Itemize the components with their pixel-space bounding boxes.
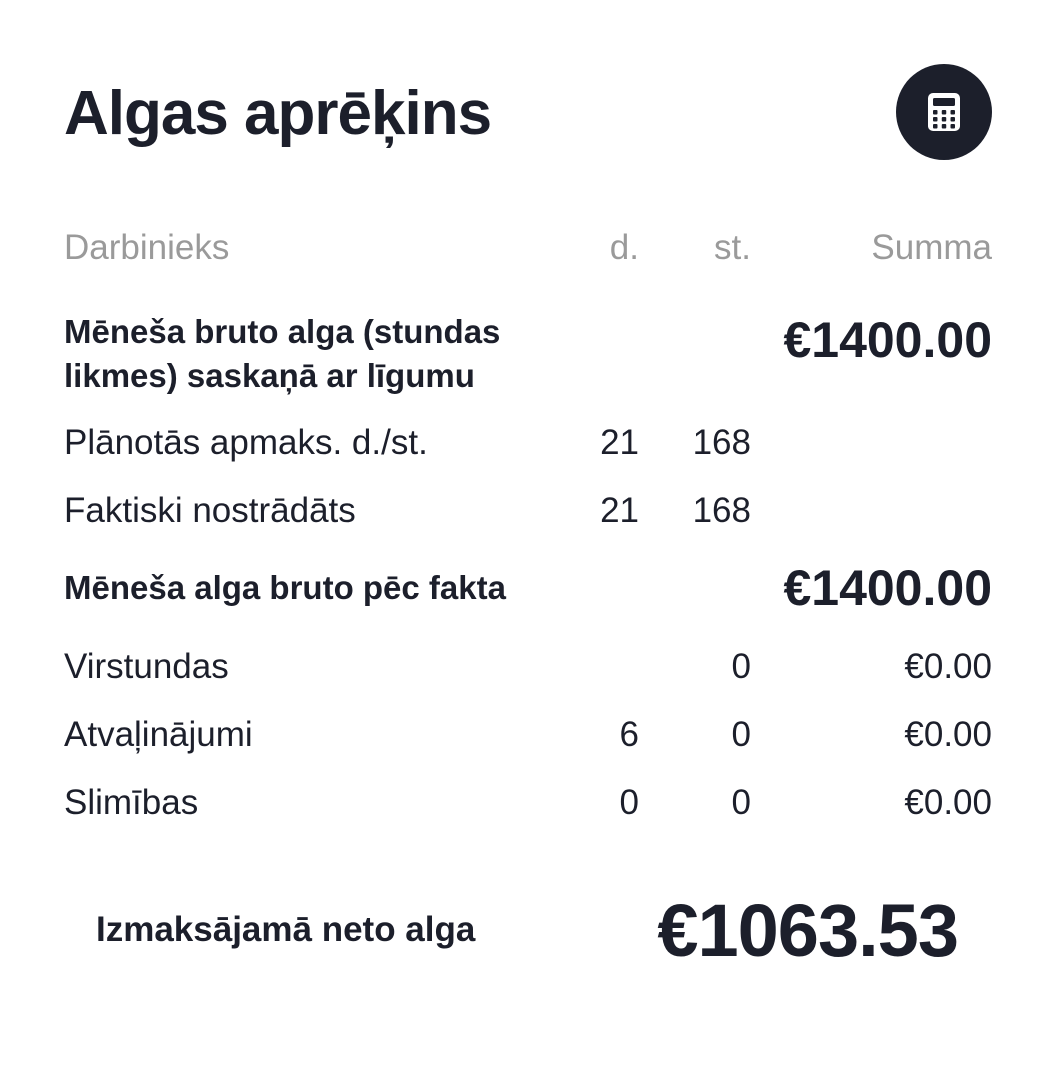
- contract-gross-sum: €1400.00: [783, 312, 992, 368]
- net-pay-value: €1063.53: [657, 889, 959, 972]
- vacations-hours: 0: [731, 715, 751, 754]
- actual-label: Faktiski nostrādāts: [64, 491, 356, 530]
- table-row-sickness: Slimības 0 0 €0.00: [64, 781, 992, 825]
- overtime-label: Virstundas: [64, 647, 229, 686]
- table-row-contract-gross: Mēneša bruto alga (stundas likmes) saska…: [64, 310, 992, 400]
- planned-label: Plānotās apmaks. d./st.: [64, 423, 428, 462]
- contract-gross-label-line2: likmes) saskaņā ar līgumu: [64, 357, 475, 394]
- column-header-hours: st.: [714, 228, 751, 267]
- actual-gross-sum: €1400.00: [783, 560, 992, 616]
- sickness-sum: €0.00: [904, 783, 992, 822]
- column-header-employee: Darbinieks: [64, 228, 230, 267]
- column-header-sum: Summa: [871, 228, 992, 267]
- column-header-days: d.: [609, 228, 639, 267]
- vacations-days: 6: [619, 715, 639, 754]
- sickness-hours: 0: [731, 783, 751, 822]
- table-row-actual-gross: Mēneša alga bruto pēc fakta €1400.00: [64, 560, 992, 616]
- calculator-icon: [927, 92, 961, 132]
- sickness-days: 0: [619, 783, 639, 822]
- overtime-sum: €0.00: [904, 647, 992, 686]
- calculator-button[interactable]: [896, 64, 992, 160]
- table-row-planned: Plānotās apmaks. d./st. 21 168: [64, 421, 992, 465]
- actual-hours: 168: [692, 491, 751, 530]
- page-title: Algas aprēķins: [64, 79, 492, 148]
- vacations-sum: €0.00: [904, 715, 992, 754]
- planned-days: 21: [600, 423, 639, 462]
- table-header: Darbinieks d. st. Summa: [64, 226, 992, 270]
- net-pay-label: Izmaksājamā neto alga: [96, 910, 476, 949]
- vacations-label: Atvaļinājumi: [64, 715, 253, 754]
- actual-gross-label: Mēneša alga bruto pēc fakta: [64, 569, 506, 606]
- overtime-hours: 0: [731, 647, 751, 686]
- contract-gross-label-line1: Mēneša bruto alga (stundas: [64, 313, 501, 350]
- actual-days: 21: [600, 491, 639, 530]
- table-row-actual: Faktiski nostrādāts 21 168: [64, 489, 992, 533]
- table-row-vacations: Atvaļinājumi 6 0 €0.00: [64, 713, 992, 757]
- planned-hours: 168: [692, 423, 751, 462]
- sickness-label: Slimības: [64, 783, 199, 822]
- table-row-overtime: Virstundas 0 €0.00: [64, 645, 992, 689]
